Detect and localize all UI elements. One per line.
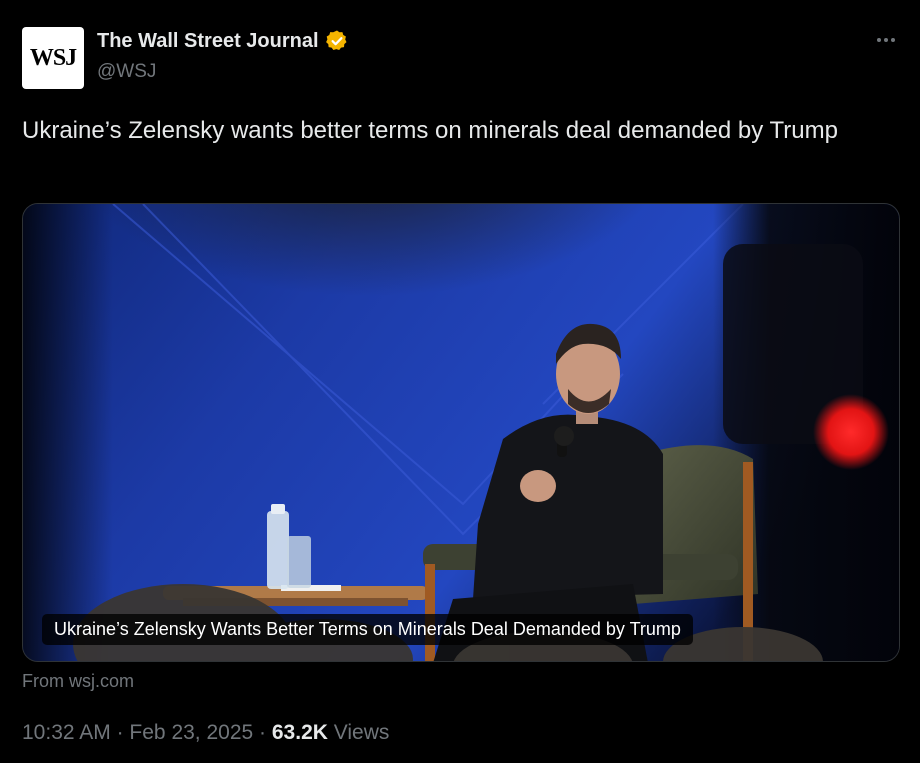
link-card[interactable]: Ukraine’s Zelensky Wants Better Terms on… (22, 203, 900, 662)
author-handle[interactable]: @WSJ (97, 61, 156, 83)
avatar[interactable]: WSJ (22, 27, 84, 89)
more-dot (891, 38, 895, 42)
tweet-time[interactable]: 10:32 AM (22, 721, 111, 744)
more-dot (884, 38, 888, 42)
verified-badge-icon[interactable] (325, 29, 349, 53)
meta-separator: · (259, 721, 267, 744)
meta-separator: · (116, 721, 124, 744)
tweet-date[interactable]: Feb 23, 2025 (129, 721, 253, 744)
avatar-logo-text: WSJ (29, 44, 77, 71)
card-source-link[interactable]: From wsj.com (22, 671, 134, 692)
card-image (23, 204, 899, 661)
author-name-row: The Wall Street Journal (97, 29, 349, 53)
views-label: Views (333, 721, 390, 744)
author-display-name[interactable]: The Wall Street Journal (97, 30, 319, 53)
tweet-meta: 10:32 AM · Feb 23, 2025 · 63.2K Views (22, 721, 389, 745)
card-caption: Ukraine’s Zelensky Wants Better Terms on… (42, 614, 693, 645)
views-count: 63.2K (271, 721, 328, 744)
tweet: WSJ The Wall Street Journal @WSJ Ukraine… (0, 0, 920, 763)
tweet-text: Ukraine’s Zelensky wants better terms on… (22, 117, 838, 144)
more-options-icon[interactable] (872, 30, 900, 50)
more-dot (877, 38, 881, 42)
